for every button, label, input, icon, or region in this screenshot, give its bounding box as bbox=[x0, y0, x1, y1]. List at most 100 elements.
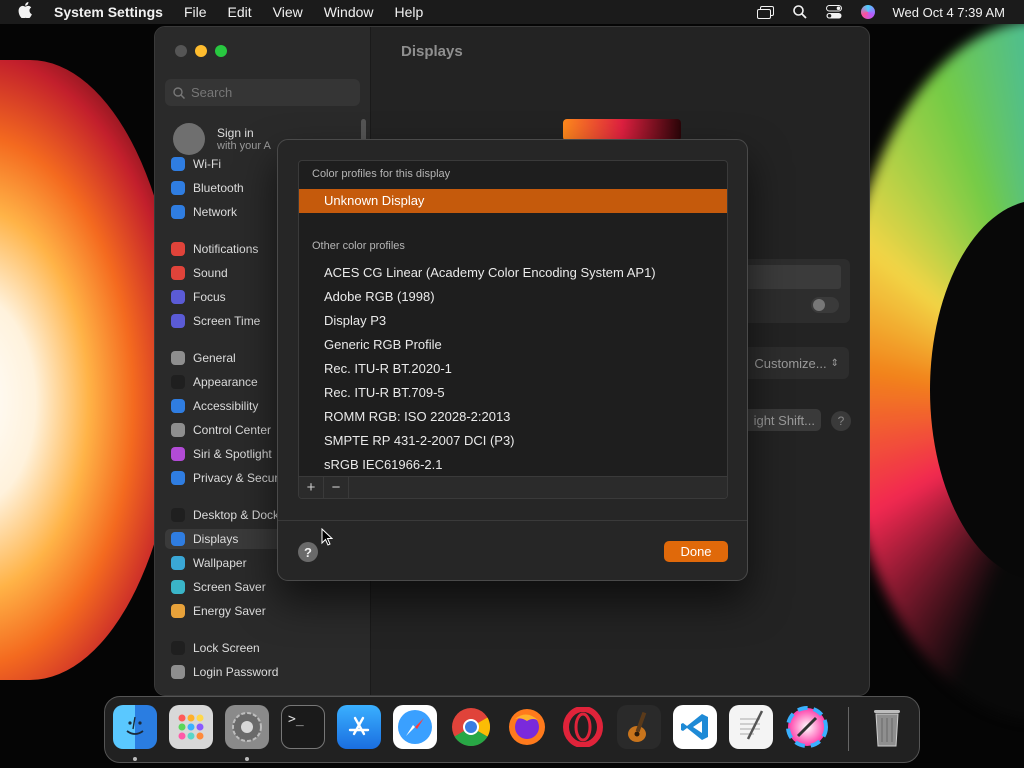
sidebar-item-label: Energy Saver bbox=[193, 604, 266, 618]
color-profile-sheet: Color profiles for this display Unknown … bbox=[277, 139, 748, 581]
sidebar-item-energy-saver[interactable]: Energy Saver bbox=[171, 601, 266, 621]
zoom-window-button[interactable] bbox=[215, 45, 227, 57]
sidebar-item-privacy-secur[interactable]: Privacy & Secur bbox=[171, 468, 278, 488]
sidebar-item-appearance[interactable]: Appearance bbox=[171, 372, 258, 392]
safari-icon[interactable] bbox=[393, 705, 437, 749]
sidebar-item-siri-spotlight[interactable]: Siri & Spotlight bbox=[171, 444, 272, 464]
dock: >_ bbox=[104, 696, 920, 763]
sidebar-item-icon bbox=[171, 157, 185, 171]
vscode-icon[interactable] bbox=[673, 705, 717, 749]
sidebar-item-icon bbox=[171, 266, 185, 280]
sidebar-item-accessibility[interactable]: Accessibility bbox=[171, 396, 258, 416]
list-toolbar: + − bbox=[299, 476, 727, 498]
sidebar-item-label: Accessibility bbox=[193, 399, 259, 413]
siri-icon[interactable] bbox=[859, 5, 877, 19]
apple-id-signin[interactable]: Sign in with your A bbox=[173, 123, 271, 155]
menu-app-name[interactable]: System Settings bbox=[54, 4, 163, 20]
trash-icon[interactable] bbox=[865, 705, 909, 749]
sidebar-item-label: Wi-Fi bbox=[193, 157, 221, 171]
sheet-divider bbox=[278, 520, 747, 521]
sidebar-item-icon bbox=[171, 532, 185, 546]
section-header-current: Color profiles for this display bbox=[312, 168, 451, 180]
finder-running-indicator bbox=[133, 757, 137, 761]
profile-row[interactable]: ROMM RGB: ISO 22028-2:2013 bbox=[324, 405, 510, 429]
apple-menu-icon[interactable] bbox=[18, 2, 38, 22]
app-store-icon[interactable] bbox=[337, 705, 381, 749]
sidebar-item-icon bbox=[171, 399, 185, 413]
display-help-button[interactable]: ? bbox=[831, 411, 851, 431]
spotlight-search-icon[interactable] bbox=[791, 5, 809, 19]
sidebar-item-icon bbox=[171, 580, 185, 594]
sidebar-item-network[interactable]: Network bbox=[171, 202, 237, 222]
display-preview bbox=[563, 119, 681, 141]
profile-row[interactable]: Adobe RGB (1998) bbox=[324, 285, 435, 309]
chrome-icon[interactable] bbox=[449, 705, 493, 749]
sidebar-item-notifications[interactable]: Notifications bbox=[171, 239, 258, 259]
sidebar-item-focus[interactable]: Focus bbox=[171, 287, 226, 307]
menu-edit[interactable]: Edit bbox=[228, 4, 252, 20]
minimize-window-button[interactable] bbox=[195, 45, 207, 57]
add-profile-button[interactable]: + bbox=[299, 476, 324, 498]
sidebar-item-screen-saver[interactable]: Screen Saver bbox=[171, 577, 266, 597]
remove-profile-button[interactable]: − bbox=[324, 476, 349, 498]
night-shift-button[interactable]: ight Shift... bbox=[741, 409, 821, 431]
terminal-icon[interactable]: >_ bbox=[281, 705, 325, 749]
garageband-icon[interactable] bbox=[617, 705, 661, 749]
sidebar-item-label: Displays bbox=[193, 532, 239, 546]
sidebar-item-icon bbox=[171, 314, 185, 328]
sidebar-item-wi-fi[interactable]: Wi-Fi bbox=[171, 154, 221, 174]
textedit-icon[interactable] bbox=[729, 705, 773, 749]
profile-row[interactable]: SMPTE RP 431-2-2007 DCI (P3) bbox=[324, 429, 515, 453]
sidebar-item-icon bbox=[171, 181, 185, 195]
close-window-button[interactable] bbox=[175, 45, 187, 57]
profile-row[interactable]: ACES CG Linear (Academy Color Encoding S… bbox=[324, 261, 656, 285]
sidebar-item-label: Lock Screen bbox=[193, 641, 260, 655]
launchpad-icon[interactable] bbox=[169, 705, 213, 749]
sidebar-item-sound[interactable]: Sound bbox=[171, 263, 228, 283]
menu-file[interactable]: File bbox=[184, 4, 207, 20]
system-settings-icon[interactable] bbox=[225, 705, 269, 749]
menu-window[interactable]: Window bbox=[324, 4, 374, 20]
screen-mirroring-icon[interactable] bbox=[757, 5, 775, 19]
sidebar-item-screen-time[interactable]: Screen Time bbox=[171, 311, 260, 331]
firefox-icon[interactable] bbox=[505, 705, 549, 749]
profile-row-selected[interactable]: Unknown Display bbox=[299, 189, 727, 213]
sidebar-item-icon bbox=[171, 351, 185, 365]
profile-row[interactable]: Generic RGB Profile bbox=[324, 333, 442, 357]
sidebar-item-desktop-dock[interactable]: Desktop & Dock bbox=[171, 505, 279, 525]
sidebar-item-label: Bluetooth bbox=[193, 181, 244, 195]
profile-row[interactable]: Rec. ITU-R BT.2020-1 bbox=[324, 357, 452, 381]
color-profile-list[interactable]: Color profiles for this display Unknown … bbox=[298, 160, 728, 499]
profile-row[interactable]: Rec. ITU-R BT.709-5 bbox=[324, 381, 445, 405]
sheet-help-button[interactable]: ? bbox=[298, 542, 318, 562]
wallpaper-left-glow bbox=[0, 60, 180, 680]
sidebar-item-label: Privacy & Secur bbox=[193, 471, 279, 485]
profile-row[interactable]: Display P3 bbox=[324, 309, 386, 333]
sidebar-item-icon bbox=[171, 665, 185, 679]
customize-label: Customize... bbox=[754, 355, 827, 371]
display-settings-bar bbox=[745, 265, 841, 289]
sidebar-item-login-password[interactable]: Login Password bbox=[171, 662, 278, 682]
opera-icon[interactable] bbox=[561, 705, 605, 749]
window-controls bbox=[175, 45, 227, 57]
setting-toggle[interactable] bbox=[811, 297, 839, 313]
sidebar-search-input[interactable]: Search bbox=[165, 79, 360, 106]
sidebar-item-label: Siri & Spotlight bbox=[193, 447, 272, 461]
sidebar-item-wallpaper[interactable]: Wallpaper bbox=[171, 553, 247, 573]
color-picker-icon[interactable] bbox=[785, 705, 829, 749]
sidebar-item-bluetooth[interactable]: Bluetooth bbox=[171, 178, 244, 198]
customize-button[interactable]: Customize... ⇕ bbox=[741, 347, 849, 379]
sidebar-item-lock-screen[interactable]: Lock Screen bbox=[171, 638, 260, 658]
menu-view[interactable]: View bbox=[273, 4, 303, 20]
done-button[interactable]: Done bbox=[664, 541, 728, 562]
control-center-icon[interactable] bbox=[825, 5, 843, 19]
sidebar-item-general[interactable]: General bbox=[171, 348, 236, 368]
menu-clock[interactable]: Wed Oct 4 7:39 AM bbox=[893, 5, 1005, 20]
menu-bar: System Settings File Edit View Window He… bbox=[0, 0, 1024, 24]
sidebar-item-label: Notifications bbox=[193, 242, 259, 256]
sidebar-item-control-center[interactable]: Control Center bbox=[171, 420, 271, 440]
menu-help[interactable]: Help bbox=[395, 4, 424, 20]
finder-icon[interactable] bbox=[113, 705, 157, 749]
profile-row[interactable]: sRGB IEC61966-2.1 bbox=[324, 453, 443, 477]
avatar bbox=[173, 123, 205, 155]
